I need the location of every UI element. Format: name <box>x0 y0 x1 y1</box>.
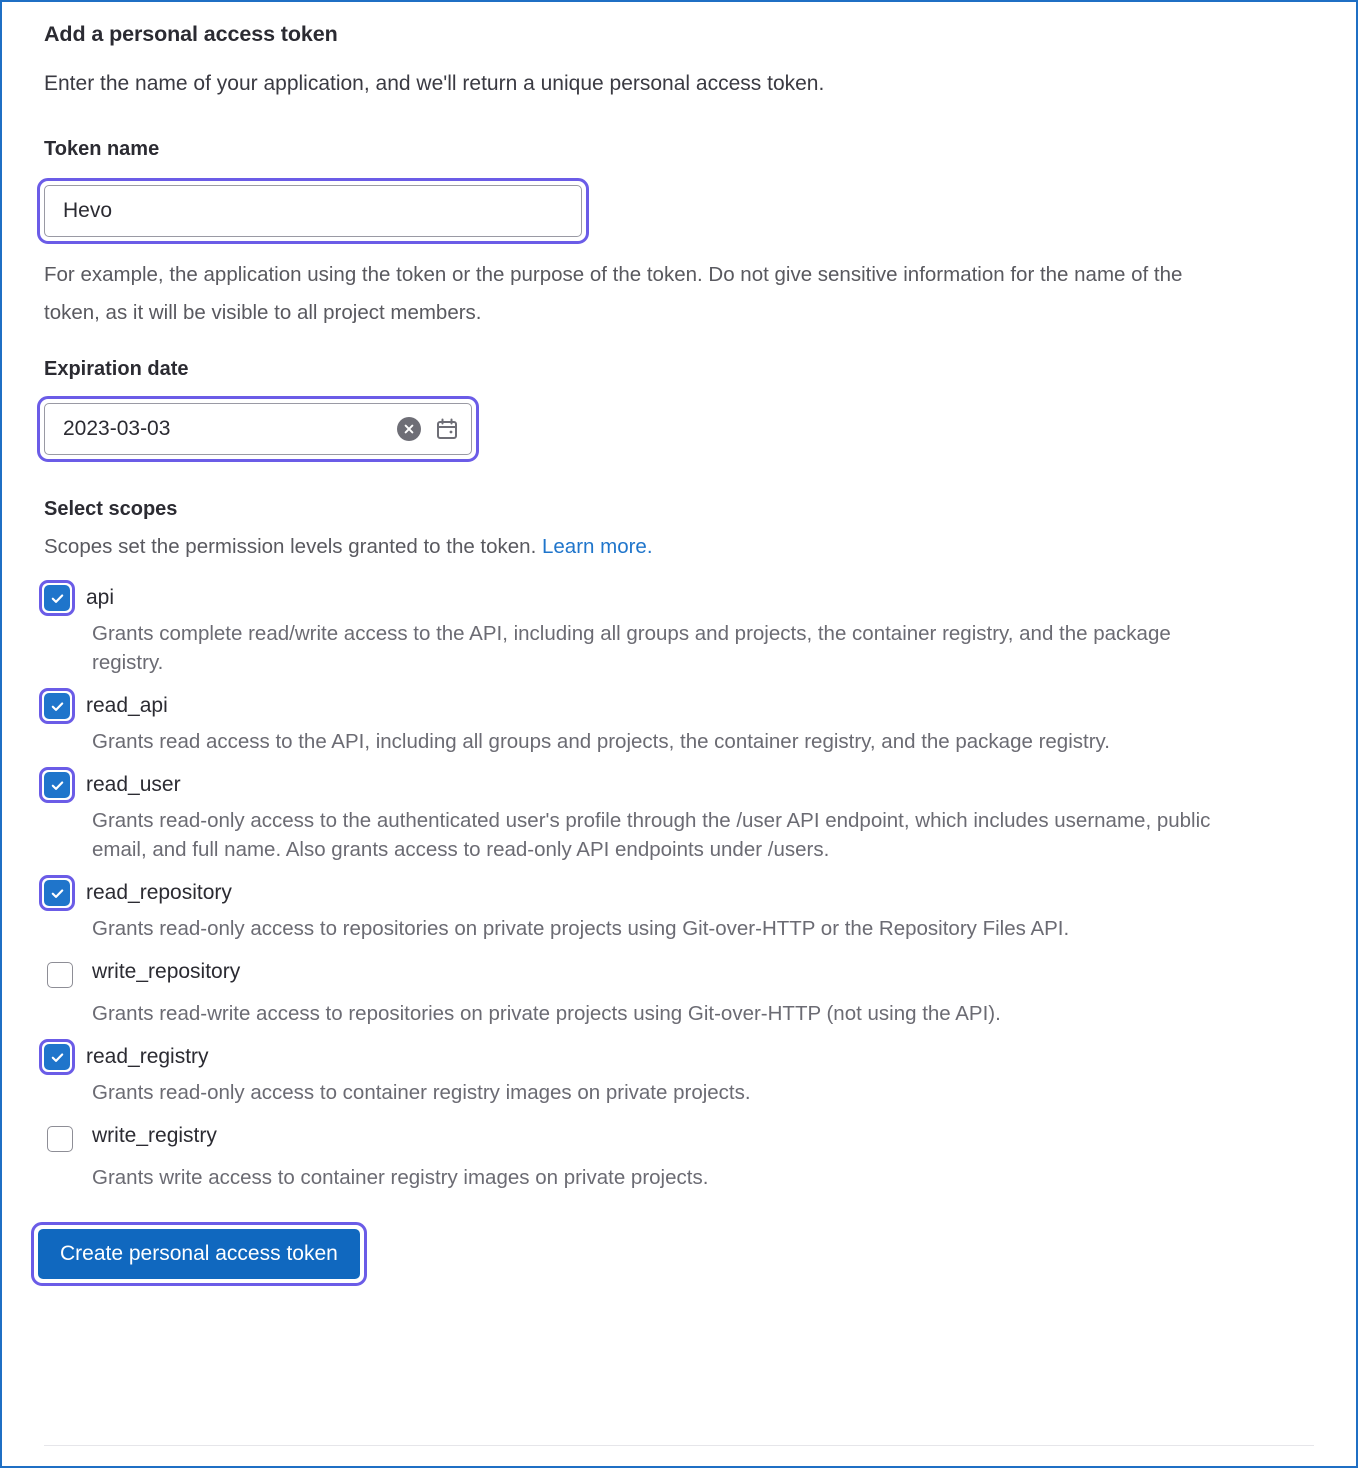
scope-api-description: Grants complete read/write access to the… <box>92 622 1171 674</box>
learn-more-link[interactable]: Learn more. <box>542 535 653 558</box>
scope-read_registry-checkbox-highlight <box>39 1039 75 1075</box>
token-name-input[interactable] <box>44 185 582 237</box>
expiration-date-highlight: 2023-03-03 <box>37 396 1314 462</box>
expiration-date-label: Expiration date <box>44 358 189 380</box>
scope-write_repository-checkbox-wrap <box>39 954 81 996</box>
scope-item-read_api: read_api Grants read access to the API, … <box>39 688 1314 756</box>
scope-read_user-description: Grants read-only access to the authentic… <box>92 809 1211 861</box>
scope-item-read_repository: read_repository Grants read-only access … <box>39 875 1314 943</box>
form-subtitle: Enter the name of your application, and … <box>44 72 825 95</box>
scope-read_repository-checkbox-highlight <box>39 875 75 911</box>
scope-read_api-checkbox-highlight <box>39 688 75 724</box>
scope-write_registry-name: write_registry <box>92 1124 217 1147</box>
token-name-label: Token name <box>44 138 160 160</box>
clear-circle-icon[interactable] <box>397 417 421 441</box>
scope-item-api: api Grants complete read/write access to… <box>39 580 1314 677</box>
scope-read_api-description: Grants read access to the API, including… <box>92 730 1110 753</box>
bottom-divider <box>44 1445 1314 1446</box>
expiration-date-input[interactable]: 2023-03-03 <box>44 403 472 455</box>
scopes-description-text: Scopes set the permission levels granted… <box>44 535 537 558</box>
scope-read_registry-description: Grants read-only access to container reg… <box>92 1081 751 1104</box>
scope-write_repository-name: write_repository <box>92 960 241 983</box>
token-name-help: For example, the application using the t… <box>44 263 1183 324</box>
submit-highlight: Create personal access token <box>31 1222 1314 1286</box>
scope-read_repository-checkbox[interactable] <box>44 880 70 906</box>
scope-item-write_registry: write_registry Grants write access to co… <box>39 1118 1314 1192</box>
scopes-description: Scopes set the permission levels granted… <box>44 532 1314 562</box>
scope-read_repository-name: read_repository <box>86 881 232 904</box>
scope-read_repository-description: Grants read-only access to repositories … <box>92 917 1070 940</box>
scope-api-checkbox[interactable] <box>44 585 70 611</box>
scope-write_repository-checkbox[interactable] <box>47 962 73 988</box>
scope-read_registry-checkbox[interactable] <box>44 1044 70 1070</box>
scope-write_registry-checkbox-wrap <box>39 1118 81 1160</box>
scope-item-read_user: read_user Grants read-only access to the… <box>39 767 1314 864</box>
page-frame: Add a personal access token Enter the na… <box>0 0 1358 1468</box>
scope-read_api-checkbox[interactable] <box>44 693 70 719</box>
scope-item-write_repository: write_repository Grants read-write acces… <box>39 954 1314 1028</box>
scope-read_registry-name: read_registry <box>86 1045 209 1068</box>
create-personal-access-token-button[interactable]: Create personal access token <box>38 1229 360 1279</box>
expiration-date-value: 2023-03-03 <box>63 417 171 440</box>
scope-write_registry-checkbox[interactable] <box>47 1126 73 1152</box>
token-form: Add a personal access token Enter the na… <box>31 20 1314 1286</box>
scope-read_api-name: read_api <box>86 694 168 717</box>
select-scopes-label: Select scopes <box>44 498 178 520</box>
page-title: Add a personal access token <box>44 22 338 46</box>
scope-item-read_registry: read_registry Grants read-only access to… <box>39 1039 1314 1107</box>
scope-write_repository-description: Grants read-write access to repositories… <box>92 1002 1001 1025</box>
scope-list: api Grants complete read/write access to… <box>39 580 1314 1192</box>
token-name-highlight <box>37 178 1314 244</box>
scope-read_user-checkbox-highlight <box>39 767 75 803</box>
calendar-icon[interactable] <box>435 417 459 441</box>
scope-read_user-name: read_user <box>86 773 181 796</box>
scope-read_user-checkbox[interactable] <box>44 772 70 798</box>
scope-api-name: api <box>86 586 115 609</box>
scope-api-checkbox-highlight <box>39 580 75 616</box>
scope-write_registry-description: Grants write access to container registr… <box>92 1166 709 1189</box>
